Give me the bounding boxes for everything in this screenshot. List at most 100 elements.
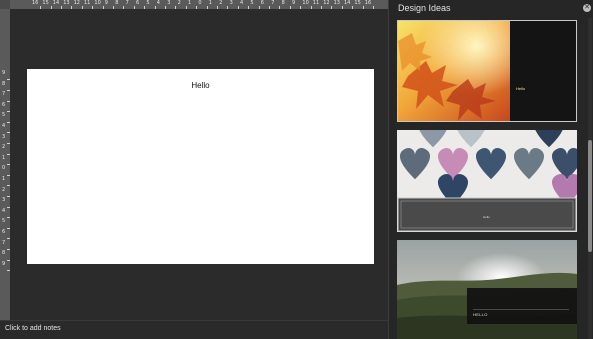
ruler-tick — [7, 270, 10, 272]
ruler-number: 12 — [73, 0, 80, 6]
ruler-number: 0 — [198, 0, 202, 6]
ruler-tick — [154, 6, 156, 9]
design-idea-landscape[interactable]: HELLO — [397, 240, 577, 339]
ruler-number: 9 — [2, 260, 6, 267]
ruler-number: 11 — [84, 0, 91, 6]
ruler-tick — [7, 164, 10, 166]
ruler-number: 6 — [2, 101, 6, 108]
ruler-tick — [7, 153, 10, 155]
ruler-tick — [289, 6, 291, 9]
ruler-number: 12 — [323, 0, 330, 6]
ruler-number: 7 — [2, 91, 6, 98]
ruler-number: 8 — [2, 80, 6, 87]
ruler-tick — [71, 6, 73, 9]
ruler-number: 13 — [63, 0, 70, 6]
ruler-number: 7 — [2, 239, 6, 246]
ruler-number: 6 — [260, 0, 264, 6]
ruler-tick — [7, 121, 10, 123]
ruler-tick — [7, 238, 10, 240]
ruler-tick — [123, 6, 125, 9]
ruler-number: 9 — [104, 0, 108, 6]
ruler-tick — [7, 142, 10, 144]
close-icon[interactable]: ✕ — [583, 4, 591, 12]
ruler-number: 13 — [333, 0, 340, 6]
pane-title: Design Ideas — [398, 3, 451, 13]
vertical-ruler: 9 8 7 6 5 4 3 2 1 0 1 2 3 4 5 6 7 8 9 — [0, 9, 10, 320]
ruler-tick — [113, 6, 114, 9]
ruler-tick — [7, 227, 10, 229]
ruler-number: 8 — [2, 250, 6, 257]
pane-scrollbar-thumb[interactable] — [588, 140, 592, 252]
ruler-tick — [7, 185, 10, 187]
ruler-number: 1 — [188, 0, 192, 6]
ruler-number: 1 — [2, 154, 6, 161]
horizontal-ruler: 16 15 14 13 12 11 10 9 8 7 6 5 4 3 2 1 0 1 2 3 4 5 6 7 8 9 10 11 12 1… — [10, 0, 388, 9]
ruler-number: 2 — [2, 144, 6, 151]
ruler-tick — [102, 6, 104, 9]
ruler-tick — [81, 6, 83, 9]
ruler-tick — [92, 6, 94, 9]
ruler-tick — [310, 6, 312, 9]
ruler-number: 10 — [94, 0, 101, 6]
ruler-tick — [185, 6, 187, 9]
ruler-number: 7 — [271, 0, 275, 6]
notes-pane[interactable]: Click to add notes — [0, 320, 388, 339]
ruler-number: 8 — [281, 0, 285, 6]
ruler-tick — [279, 6, 281, 9]
notes-placeholder[interactable]: Click to add notes — [5, 325, 61, 332]
ruler-number: 5 — [2, 112, 6, 119]
ruler-tick — [40, 6, 42, 9]
ruler-tick — [352, 6, 354, 9]
ruler-number: 1 — [2, 176, 6, 182]
ruler-number: 3 — [2, 197, 6, 204]
design-idea-3-title: HELLO — [473, 312, 488, 317]
ruler-number: 5 — [146, 0, 150, 6]
ruler-number: 16 — [364, 0, 372, 6]
ruler-tick — [237, 6, 239, 9]
ruler-tick — [227, 6, 229, 9]
ruler-tick — [7, 100, 10, 102]
ruler-tick — [362, 6, 364, 9]
ruler-tick — [7, 248, 10, 250]
design-idea-autumn[interactable]: Hello — [397, 20, 577, 122]
ruler-tick — [373, 6, 374, 9]
ruler-number: 15 — [42, 0, 49, 6]
ruler-corner — [0, 0, 10, 9]
ruler-number: 4 — [156, 0, 160, 6]
ruler-tick — [7, 206, 10, 208]
ruler-tick — [7, 89, 10, 91]
ruler-number: 3 — [2, 133, 6, 140]
design-idea-hearts[interactable]: Hello — [397, 130, 577, 232]
ruler-tick — [206, 6, 208, 9]
ruler-number: 6 — [136, 0, 140, 6]
ruler-number: 9 — [2, 70, 6, 76]
slide-editor: 16 15 14 13 12 11 10 9 8 7 6 5 4 3 2 1 0 1 2 3 4 5 6 7 8 9 10 11 12 1… — [0, 0, 388, 339]
landscape-photo-image — [397, 240, 577, 339]
ruler-number: 2 — [219, 0, 223, 6]
ruler-tick — [331, 6, 333, 9]
ruler-number: 4 — [2, 207, 6, 214]
slide-title[interactable]: Hello — [27, 81, 374, 90]
ruler-tick — [7, 195, 10, 197]
ruler-tick — [61, 6, 62, 9]
ruler-number: 2 — [2, 186, 6, 193]
ruler-tick — [248, 6, 250, 9]
ruler-tick — [258, 6, 260, 9]
ruler-tick — [7, 79, 10, 81]
ruler-tick — [7, 217, 10, 219]
ruler-tick — [269, 6, 270, 9]
ruler-tick — [321, 6, 322, 9]
ruler-tick — [165, 6, 166, 9]
slide-canvas[interactable]: Hello — [27, 69, 374, 264]
ruler-number: 3 — [229, 0, 233, 6]
ruler-number: 4 — [2, 123, 6, 129]
ruler-number: 10 — [302, 0, 309, 6]
ruler-number: 6 — [2, 229, 6, 235]
design-idea-1-title: Hello — [516, 86, 526, 91]
ruler-tick — [217, 6, 218, 9]
ruler-number: 0 — [2, 165, 6, 172]
ruler-number: 15 — [354, 0, 361, 6]
ruler-number: 14 — [52, 0, 60, 6]
ruler-tick — [7, 174, 10, 176]
ruler-tick — [7, 259, 10, 261]
